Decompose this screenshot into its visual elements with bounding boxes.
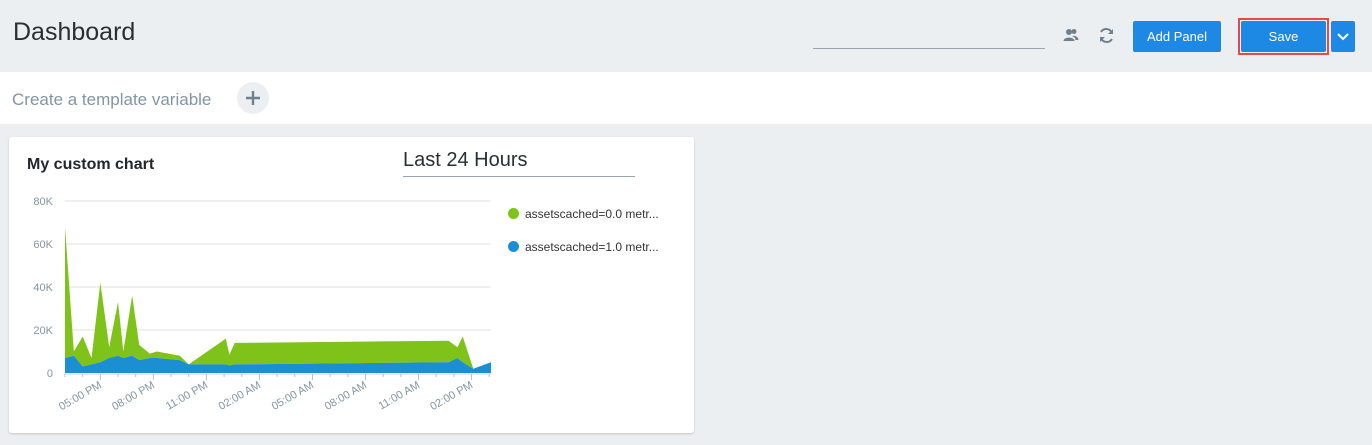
y-tick-label: 60K xyxy=(33,239,53,251)
add-template-variable-button[interactable] xyxy=(237,82,269,114)
x-tick-label: 05:00 PM xyxy=(57,379,104,413)
legend-swatch xyxy=(508,241,519,252)
template-variable-bar: Create a template variable xyxy=(0,72,1372,124)
share-users-icon[interactable] xyxy=(1061,25,1081,45)
x-tick-label: 05:00 AM xyxy=(270,379,316,413)
area-chart: 020K40K60K80K05:00 PM 08:00 PM 11:00 PM 02:… xyxy=(33,196,491,413)
save-button[interactable]: Save xyxy=(1241,21,1326,52)
legend-item[interactable]: assetscached=0.0 metr... xyxy=(508,197,659,230)
page-title: Dashboard xyxy=(13,18,136,46)
chart-legend: assetscached=0.0 metr... assetscached=1.… xyxy=(508,197,659,263)
legend-item[interactable]: assetscached=1.0 metr... xyxy=(508,230,659,263)
chevron-down-icon xyxy=(1337,32,1349,40)
legend-label: assetscached=0.0 metr... xyxy=(525,206,659,221)
refresh-icon[interactable] xyxy=(1096,25,1116,45)
create-template-variable-label[interactable]: Create a template variable xyxy=(12,90,211,110)
legend-label: assetscached=1.0 metr... xyxy=(525,239,659,254)
y-tick-label: 80K xyxy=(33,196,53,208)
x-tick-label: 02:00 AM xyxy=(217,379,263,413)
x-tick-label: 08:00 AM xyxy=(323,379,369,413)
legend-swatch xyxy=(508,208,519,219)
x-tick-label: 11:00 AM xyxy=(376,379,422,412)
chart-panel: My custom chart Last 24 Hours 0 20K 40K 60K… xyxy=(9,137,694,433)
y-tick-label: 40K xyxy=(33,282,53,294)
header-bar: Dashboard Add Panel Save xyxy=(0,0,1372,72)
x-tick-label: 08:00 PM xyxy=(110,379,157,413)
plus-icon xyxy=(246,91,260,105)
y-tick-label: 0 xyxy=(47,368,53,380)
series-area-assetscached-0 xyxy=(65,226,491,369)
x-tick-label: 02:00 PM xyxy=(428,379,475,413)
add-panel-button[interactable]: Add Panel xyxy=(1133,21,1221,52)
save-options-dropdown[interactable] xyxy=(1331,21,1355,52)
search-input[interactable] xyxy=(813,30,1045,49)
x-tick-label: 11:00 PM xyxy=(164,379,210,413)
y-tick-label: 20K xyxy=(33,325,53,337)
